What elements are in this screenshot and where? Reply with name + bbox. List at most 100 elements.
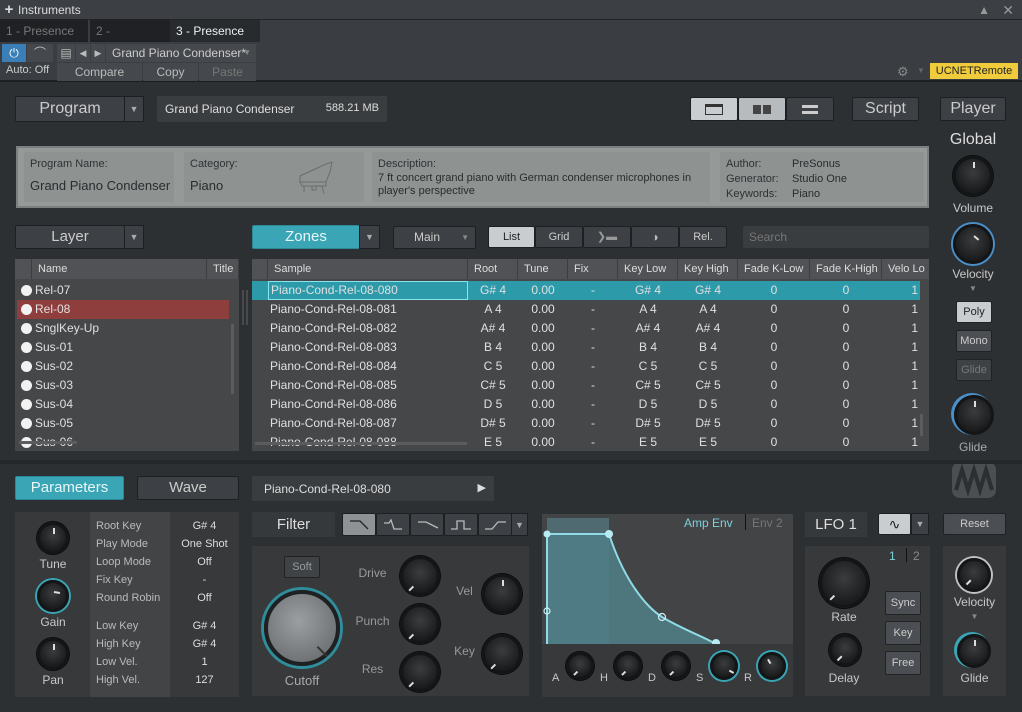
lfo-reset-button[interactable]: Reset xyxy=(943,513,1006,535)
soft-button[interactable]: Soft xyxy=(284,556,320,578)
zone-row[interactable]: Piano-Cond-Rel-08-085 C# 5 0.00 - C# 5 C# 5 0 0… xyxy=(252,376,920,395)
lfo-sync-button[interactable]: Sync xyxy=(885,591,921,615)
global-velocity-knob[interactable] xyxy=(953,224,993,264)
view-stacked-button[interactable] xyxy=(786,97,834,121)
env-knob-d[interactable] xyxy=(662,652,690,680)
attack-point[interactable] xyxy=(543,530,551,538)
preset-list-icon[interactable]: ▤ xyxy=(57,44,75,62)
layer-row[interactable]: Sus-02 xyxy=(17,357,229,376)
layer-enabled-icon[interactable] xyxy=(21,304,32,315)
lowpass-filter-button[interactable] xyxy=(342,513,376,536)
zones-column-header[interactable]: Root xyxy=(468,259,518,279)
param-value[interactable]: One Shot xyxy=(170,538,239,550)
zones-button[interactable]: Zones xyxy=(252,225,360,249)
automation-status[interactable]: Auto: Off xyxy=(6,64,49,76)
zones-column-header[interactable]: Fix xyxy=(568,259,618,279)
grid-view-button[interactable]: Grid xyxy=(535,226,583,248)
zones-column-header[interactable]: Key High xyxy=(678,259,738,279)
env2-tab[interactable]: Env 2 xyxy=(752,516,783,530)
zone-row[interactable]: Piano-Cond-Rel-08-082 A# 4 0.00 - A# 4 A# 4 0 0… xyxy=(252,319,920,338)
power-icon[interactable]: ⏻ xyxy=(2,44,26,62)
layer-enabled-icon[interactable] xyxy=(21,285,32,296)
poly-button[interactable]: Poly xyxy=(956,301,992,323)
view-split-button[interactable] xyxy=(738,97,786,121)
splitter-handle[interactable] xyxy=(246,290,248,325)
lowpass-gentle-filter-button[interactable] xyxy=(410,513,444,536)
env-knob-h[interactable] xyxy=(614,652,642,680)
highpass-filter-button[interactable] xyxy=(478,513,512,536)
gear-icon[interactable]: ⚙ xyxy=(897,64,909,80)
zones-search-input[interactable] xyxy=(743,226,929,248)
zone-row[interactable]: Piano-Cond-Rel-08-083 B 4 0.00 - B 4 B 4 0 0 1 xyxy=(252,338,920,357)
mono-button[interactable]: Mono xyxy=(956,330,992,352)
zones-column-header[interactable]: Sample xyxy=(268,259,468,279)
lfo-tab-2[interactable]: 2 xyxy=(913,549,920,563)
glide-mode-button[interactable]: Glide xyxy=(956,359,992,381)
param-value[interactable]: G# 4 xyxy=(170,620,239,632)
instrument-tab-3[interactable]: 3 - Presence ▼ xyxy=(170,20,260,59)
res-knob[interactable] xyxy=(400,652,440,692)
zone-row[interactable]: Piano-Cond-Rel-08-081 A 4 0.00 - A 4 A 4 0 0 1 xyxy=(252,300,920,319)
script-button[interactable]: Script xyxy=(852,97,919,121)
punch-knob[interactable] xyxy=(400,604,440,644)
lfo-key-button[interactable]: Key xyxy=(885,621,921,645)
layer-column-name[interactable]: Name xyxy=(32,259,207,279)
filter-type-dropdown[interactable]: ▼ xyxy=(511,513,528,536)
param-value[interactable]: Off xyxy=(170,556,239,568)
ucnet-remote-badge[interactable]: UCNETRemote xyxy=(930,63,1018,79)
layer-row[interactable]: Sus-04 xyxy=(17,395,229,414)
preset-selector[interactable]: Grand Piano Condenser* ▼ xyxy=(106,44,256,62)
instrument-tab-2[interactable]: 2 - Presence xyxy=(90,20,170,60)
tune-knob[interactable] xyxy=(37,522,69,554)
wave-tab[interactable]: Wave xyxy=(137,476,239,500)
compare-button[interactable]: Compare xyxy=(57,63,142,81)
layer-row[interactable]: Sus-01 xyxy=(17,338,229,357)
lfo-waveform-dropdown[interactable]: ▼ xyxy=(911,513,929,535)
layer-enabled-icon[interactable] xyxy=(21,342,32,353)
zones-v-scrollbar[interactable] xyxy=(920,414,923,436)
layer-enabled-icon[interactable] xyxy=(21,418,32,429)
chevron-down-icon[interactable]: ▼ xyxy=(917,66,925,75)
lfo-free-button[interactable]: Free xyxy=(885,651,921,675)
layer-enabled-icon[interactable] xyxy=(21,323,32,334)
zones-column-header[interactable]: Fade K-Low xyxy=(738,259,810,279)
layer-enabled-icon[interactable] xyxy=(21,361,32,372)
paste-button[interactable]: Paste xyxy=(199,63,256,81)
amp-env-tab[interactable]: Amp Env xyxy=(684,516,733,530)
zones-dropdown[interactable]: ▼ xyxy=(359,225,380,249)
zone-follow-button[interactable]: ❯▬ xyxy=(583,226,631,248)
layer-dropdown[interactable]: ▼ xyxy=(124,225,144,249)
add-icon[interactable]: + xyxy=(0,1,18,19)
lfo-velocity-knob[interactable] xyxy=(957,558,991,592)
velocity-dropdown-icon[interactable]: ▼ xyxy=(940,284,1006,293)
env-knob-s[interactable] xyxy=(710,652,738,680)
program-dropdown[interactable]: ▼ xyxy=(124,96,144,122)
layer-column-title[interactable]: Title xyxy=(207,259,239,279)
bandpass-filter-button[interactable] xyxy=(444,513,478,536)
player-button[interactable]: Player xyxy=(940,97,1006,121)
lfo-tab-1[interactable]: 1 xyxy=(889,549,896,563)
layer-button[interactable]: Layer xyxy=(15,225,125,249)
filter-key-knob[interactable] xyxy=(482,634,522,674)
lfo-velocity-dropdown-icon[interactable]: ▼ xyxy=(943,612,1006,621)
program-button[interactable]: Program xyxy=(15,96,125,122)
zones-h-scrollbar[interactable] xyxy=(255,442,467,445)
gain-knob[interactable] xyxy=(37,580,69,612)
zone-row[interactable]: Piano-Cond-Rel-08-080 G# 4 0.00 - G# 4 G# 4 0 0… xyxy=(252,281,920,300)
zone-row[interactable]: Piano-Cond-Rel-08-087 D# 5 0.00 - D# 5 D# 5 0 0… xyxy=(252,414,920,433)
param-value[interactable]: Off xyxy=(170,592,239,604)
envelope-graph[interactable] xyxy=(542,514,793,644)
cutoff-knob[interactable] xyxy=(264,590,340,666)
param-value[interactable]: - xyxy=(170,574,239,586)
layer-enabled-icon[interactable] xyxy=(21,380,32,391)
param-value[interactable]: 127 xyxy=(170,674,239,686)
hold-point[interactable] xyxy=(605,530,613,538)
layer-row[interactable]: Rel-07 xyxy=(17,281,229,300)
lfo-rate-knob[interactable] xyxy=(819,558,869,608)
parameters-tab[interactable]: Parameters xyxy=(15,476,124,500)
rel-button[interactable]: Rel. xyxy=(679,226,727,248)
layer-row[interactable]: SnglKey-Up xyxy=(17,319,229,338)
filter-vel-knob[interactable] xyxy=(482,574,522,614)
zones-column-header[interactable]: Tune xyxy=(518,259,568,279)
volume-knob[interactable] xyxy=(953,156,993,196)
